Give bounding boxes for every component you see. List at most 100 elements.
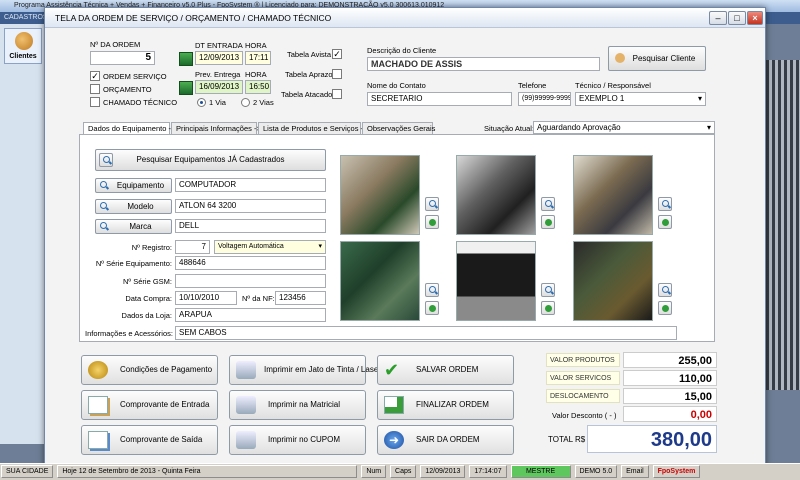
orcamento-checkbox[interactable]	[90, 84, 100, 94]
ordem-field[interactable]: 5	[90, 51, 155, 65]
hora-entrega-field[interactable]: 16:50	[245, 80, 271, 94]
calendar-icon[interactable]	[179, 52, 193, 66]
valor-desconto-value[interactable]: 0,00	[623, 406, 717, 422]
chamado-label: CHAMADO TÉCNICO	[103, 98, 178, 107]
serie-gsm-field[interactable]	[175, 274, 326, 288]
comprovante-entrada-button[interactable]: Comprovante de Entrada	[81, 390, 218, 420]
ordem-servico-checkbox[interactable]: ✓	[90, 71, 100, 81]
nome-contato-label: Nome do Contato	[367, 81, 426, 90]
finalizar-ordem-button[interactable]: FINALIZAR ORDEM	[377, 390, 514, 420]
loja-field[interactable]: ARAPUA	[175, 308, 326, 322]
zoom-icon[interactable]	[541, 197, 555, 211]
comprovante-saida-button[interactable]: Comprovante de Saída	[81, 425, 218, 455]
add-photo-icon[interactable]	[425, 215, 439, 229]
salvar-ordem-button[interactable]: ✔ SALVAR ORDEM	[377, 355, 514, 385]
via1-radio[interactable]	[197, 98, 206, 107]
finalize-document-icon	[384, 396, 404, 414]
zoom-icon[interactable]	[658, 197, 672, 211]
dt-entrada-label: DT ENTRADA	[195, 41, 243, 50]
tecnico-value: EXEMPLO 1	[579, 94, 625, 103]
modelo-field[interactable]: ATLON 64 3200	[175, 199, 326, 213]
data-compra-field[interactable]: 10/10/2010	[175, 291, 237, 305]
deslocamento-value[interactable]: 15,00	[623, 388, 717, 404]
tabela-atacado-label: Tabela Atacado	[281, 90, 333, 99]
add-photo-icon[interactable]	[658, 301, 672, 315]
chevron-down-icon: ▾	[318, 243, 322, 250]
zoom-icon[interactable]	[658, 283, 672, 297]
imprimir-matricial-button[interactable]: Imprimir na Matricial	[229, 390, 366, 420]
nome-contato-field[interactable]: SECRETARIO	[367, 92, 512, 106]
app-sidebar	[0, 24, 50, 444]
hora-entrada-field[interactable]: 17:11	[245, 51, 271, 65]
equipment-photo-6[interactable]	[573, 241, 653, 321]
comp-saida-label: Comprovante de Saída	[120, 435, 203, 444]
add-photo-icon[interactable]	[541, 301, 555, 315]
situacao-value: Aguardando Aprovação	[537, 123, 621, 132]
tabela-avista-checkbox[interactable]: ✓	[332, 49, 342, 59]
sidebar-clientes-button[interactable]: Clientes	[4, 28, 42, 64]
modelo-button[interactable]: Modelo	[95, 199, 172, 214]
info-field[interactable]: SEM CABOS	[175, 326, 677, 340]
registro-field[interactable]: 7	[175, 240, 210, 254]
zoom-icon[interactable]	[541, 283, 555, 297]
tabela-atacado-checkbox[interactable]	[332, 89, 342, 99]
equipamento-field[interactable]: COMPUTADOR	[175, 178, 326, 192]
serie-equip-label: Nº Série Equipamento:	[95, 259, 172, 268]
marca-button[interactable]: Marca	[95, 219, 172, 234]
add-photo-icon[interactable]	[541, 215, 555, 229]
dt-entrada-field[interactable]: 12/09/2013	[195, 51, 243, 65]
zoom-icon[interactable]	[425, 283, 439, 297]
pesquisar-equipamentos-button[interactable]: Pesquisar Equipamentos JÁ Cadastrados	[95, 149, 326, 171]
menu-cadastros[interactable]: CADASTROS	[4, 14, 48, 21]
valor-servicos-value: 110,00	[623, 370, 717, 386]
equipment-photo-4[interactable]	[340, 241, 420, 321]
dialog-title: TELA DA ORDEM DE SERVIÇO / ORÇAMENTO / C…	[45, 8, 765, 28]
imprimir-cupom-button[interactable]: Imprimir no CUPOM	[229, 425, 366, 455]
equipamento-button[interactable]: Equipamento	[95, 178, 172, 193]
add-photo-icon[interactable]	[658, 215, 672, 229]
status-usuario: MESTRE	[510, 465, 571, 478]
sair-ordem-button[interactable]: ➜ SAIR DA ORDEM	[377, 425, 514, 455]
chamado-checkbox[interactable]	[90, 97, 100, 107]
descricao-cliente-field[interactable]: MACHADO DE ASSIS	[367, 57, 600, 71]
orcamento-label: ORÇAMENTO	[103, 85, 152, 94]
hora-entrega-label: HORA	[245, 70, 267, 79]
situacao-select[interactable]: Aguardando Aprovação ▾	[533, 121, 715, 134]
prev-entrega-field[interactable]: 16/09/2013	[195, 80, 243, 94]
equipment-photo-3[interactable]	[573, 155, 653, 235]
tabela-aprazo-checkbox[interactable]	[332, 69, 342, 79]
via2-radio[interactable]	[241, 98, 250, 107]
equipment-photo-5[interactable]	[456, 241, 536, 321]
printer-icon	[236, 361, 256, 379]
close-icon[interactable]: ×	[747, 11, 763, 25]
imprimir-jato-button[interactable]: Imprimir em Jato de Tinta / Laser	[229, 355, 381, 385]
equipment-photo-1[interactable]	[340, 155, 420, 235]
printer-icon	[236, 396, 256, 414]
minimize-icon[interactable]: –	[709, 11, 727, 25]
checkmark-icon: ✔	[384, 360, 400, 380]
condicoes-pagamento-button[interactable]: Condições de Pagamento	[81, 355, 218, 385]
nf-field[interactable]: 123456	[275, 291, 326, 305]
status-num: Num	[361, 465, 387, 478]
total-value: 380,00	[587, 425, 717, 453]
telefone-label: Telefone	[518, 81, 547, 90]
zoom-icon[interactable]	[425, 197, 439, 211]
telefone-field[interactable]: (99)99999-9999	[518, 92, 571, 106]
marca-field[interactable]: DELL	[175, 219, 326, 233]
status-cidade: SUA CIDADE	[1, 465, 54, 478]
tecnico-select[interactable]: EXEMPLO 1 ▾	[575, 92, 706, 106]
serie-equip-field[interactable]: 488646	[175, 256, 326, 270]
tab-lista-produtos[interactable]: Lista de Produtos e Serviços ->	[258, 122, 367, 134]
equipment-photo-2[interactable]	[456, 155, 536, 235]
status-fposystem[interactable]: FpoSystem	[652, 465, 701, 478]
tab-principais-informacoes[interactable]: Principais Informações ->	[171, 122, 261, 134]
tab-observacoes[interactable]: Observações Gerais	[362, 122, 435, 134]
add-photo-icon[interactable]	[425, 301, 439, 315]
document-icon	[88, 396, 108, 414]
pesquisar-cliente-button[interactable]: Pesquisar Cliente	[608, 46, 706, 71]
maximize-icon[interactable]: □	[728, 11, 746, 25]
calendar-icon[interactable]	[179, 81, 193, 95]
status-email[interactable]: Email	[621, 465, 649, 478]
voltagem-select[interactable]: Voltagem Automática ▾	[214, 240, 326, 254]
finalizar-label: FINALIZAR ORDEM	[416, 400, 489, 409]
